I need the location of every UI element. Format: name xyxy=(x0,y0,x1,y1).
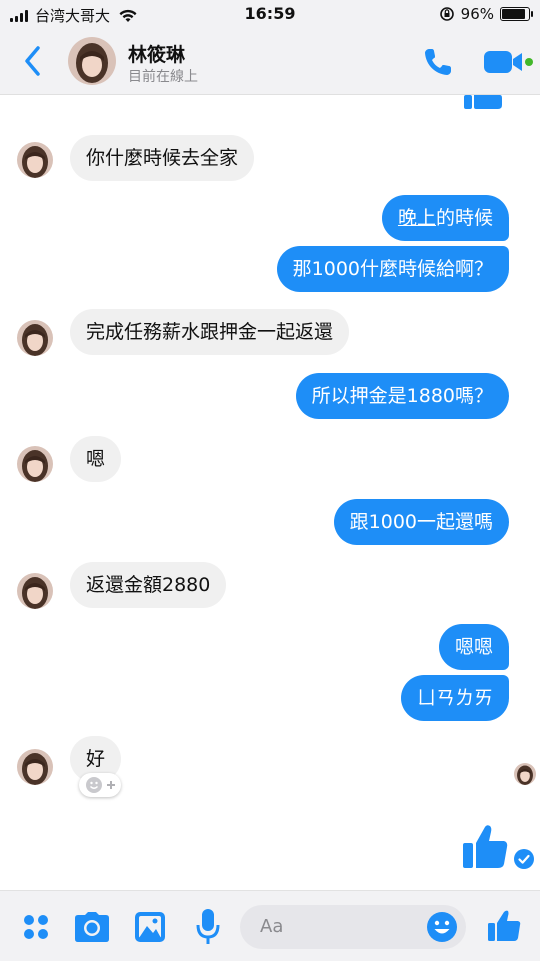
chat-header: 林筱琳 目前在線上 xyxy=(0,30,540,95)
composer-bar: Aa xyxy=(0,890,540,961)
sender-avatar[interactable] xyxy=(17,446,53,482)
outgoing-message[interactable]: 那1000什麼時候給啊？ xyxy=(276,246,509,292)
add-reaction-button[interactable] xyxy=(79,773,121,797)
message-input[interactable]: Aa xyxy=(240,905,466,949)
seen-avatar xyxy=(514,763,536,785)
camera-icon[interactable] xyxy=(74,911,110,943)
gallery-icon[interactable] xyxy=(134,911,166,943)
incoming-message[interactable]: 返還金額2880 xyxy=(70,562,227,608)
thumbs-up-icon[interactable] xyxy=(460,823,510,871)
sent-check-icon xyxy=(514,849,534,869)
outgoing-message[interactable]: 跟1000一起還嗎 xyxy=(333,499,509,545)
add-reaction-icon xyxy=(86,777,115,793)
video-icon[interactable] xyxy=(482,46,534,78)
online-dot xyxy=(525,58,533,66)
sender-avatar[interactable] xyxy=(17,142,53,178)
status-bar: 台湾大哥大 16:59 96% xyxy=(0,0,540,30)
contact-status: 目前在線上 xyxy=(128,69,198,85)
link-text[interactable]: 晚上 xyxy=(398,207,436,229)
message-list[interactable]: 你什麼時候去全家 晚上的時候 那1000什麼時候給啊？ 完成任務薪水跟押金一起返… xyxy=(0,95,540,890)
incoming-message[interactable]: 嗯 xyxy=(70,436,122,482)
incoming-message[interactable]: 完成任務薪水跟押金一起返還 xyxy=(70,309,350,355)
battery-icon xyxy=(500,7,533,21)
back-arrow-icon[interactable] xyxy=(22,44,44,78)
thumbs-up-icon[interactable] xyxy=(486,909,522,943)
microphone-icon[interactable] xyxy=(196,908,220,946)
phone-icon[interactable] xyxy=(420,44,456,80)
outgoing-message[interactable]: 所以押金是1880嗎？ xyxy=(295,373,509,419)
orientation-lock-icon xyxy=(439,7,454,21)
contact-name: 林筱琳 xyxy=(128,44,186,66)
sender-avatar[interactable] xyxy=(17,573,53,609)
message-text: 的時候 xyxy=(435,207,493,229)
contact-avatar[interactable] xyxy=(68,37,116,85)
sender-avatar[interactable] xyxy=(17,320,53,356)
input-placeholder: Aa xyxy=(260,916,284,937)
outgoing-message[interactable]: ㄩㄢㄌㄞ xyxy=(400,675,509,721)
apps-icon[interactable] xyxy=(22,913,50,941)
outgoing-message[interactable]: 晚上的時候 xyxy=(381,195,509,241)
outgoing-message[interactable]: 嗯嗯 xyxy=(438,624,509,670)
thumbs-up-icon xyxy=(464,95,502,109)
battery-percent: 96% xyxy=(460,5,494,23)
sender-avatar[interactable] xyxy=(17,749,53,785)
incoming-message[interactable]: 你什麼時候去全家 xyxy=(70,135,255,181)
emoji-icon[interactable] xyxy=(426,911,458,943)
